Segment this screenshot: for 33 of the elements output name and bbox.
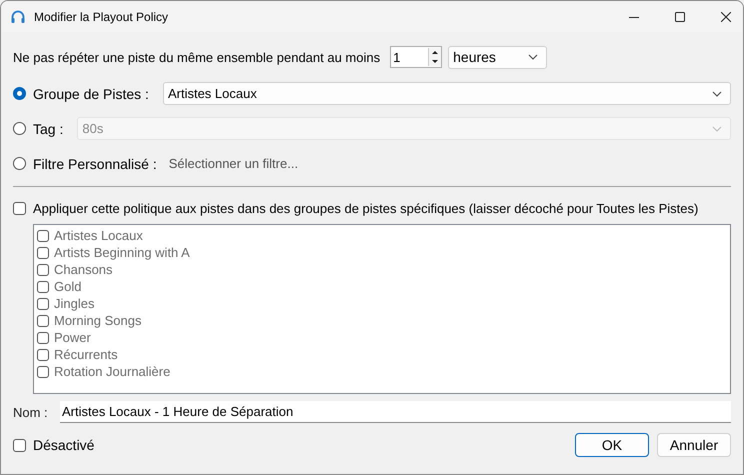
group-label: Jingles <box>54 296 94 311</box>
radio-button[interactable] <box>13 157 26 170</box>
group-label: Artistes Locaux <box>54 228 143 243</box>
group-label: Artists Beginning with A <box>54 245 190 260</box>
name-label: Nom : <box>13 404 49 420</box>
close-icon[interactable] <box>721 12 731 22</box>
apply-label: Appliquer cette politique aux pistes dans des groupes de pistes spécifiques (laisser décoché pour Toutes les Pistes) <box>33 200 698 216</box>
source-dropdown[interactable]: Artistes Locaux <box>162 82 731 105</box>
headphones-icon <box>10 8 26 24</box>
filter-link[interactable]: Sélectionner un filtre... <box>168 156 298 171</box>
window-title: Modifier la Playout Policy <box>34 10 168 24</box>
source-label: Groupe de Pistes : <box>33 86 149 102</box>
checkbox[interactable] <box>13 438 26 452</box>
group-label: Chansons <box>54 262 113 277</box>
group-label: Récurrents <box>54 347 118 362</box>
cancel-button[interactable]: Annuler <box>657 433 731 457</box>
deactivated-label: Désactivé <box>33 437 94 453</box>
source-label: Filtre Personnalisé : <box>33 156 157 172</box>
name-field[interactable]: Artistes Locaux - 1 Heure de Séparation <box>60 401 731 423</box>
ok-button[interactable]: OK <box>575 433 649 457</box>
checkbox[interactable] <box>13 202 26 214</box>
group-label: Morning Songs <box>54 313 142 328</box>
group-label: Rotation Journalière <box>54 364 170 379</box>
group-label: Gold <box>54 279 82 294</box>
maximize-icon[interactable] <box>675 12 685 22</box>
hours-spinner[interactable]: 1 <box>390 46 442 68</box>
group-label: Power <box>54 330 91 345</box>
source-label: Tag : <box>33 120 64 136</box>
repeat-label: Ne pas répéter une piste du même ensemble pendant au moins <box>13 50 380 64</box>
unit-dropdown[interactable]: heures <box>448 46 548 68</box>
chevron-down-icon[interactable] <box>712 90 722 96</box>
chevron-down-icon[interactable] <box>528 54 538 60</box>
radio-button[interactable] <box>13 87 26 100</box>
